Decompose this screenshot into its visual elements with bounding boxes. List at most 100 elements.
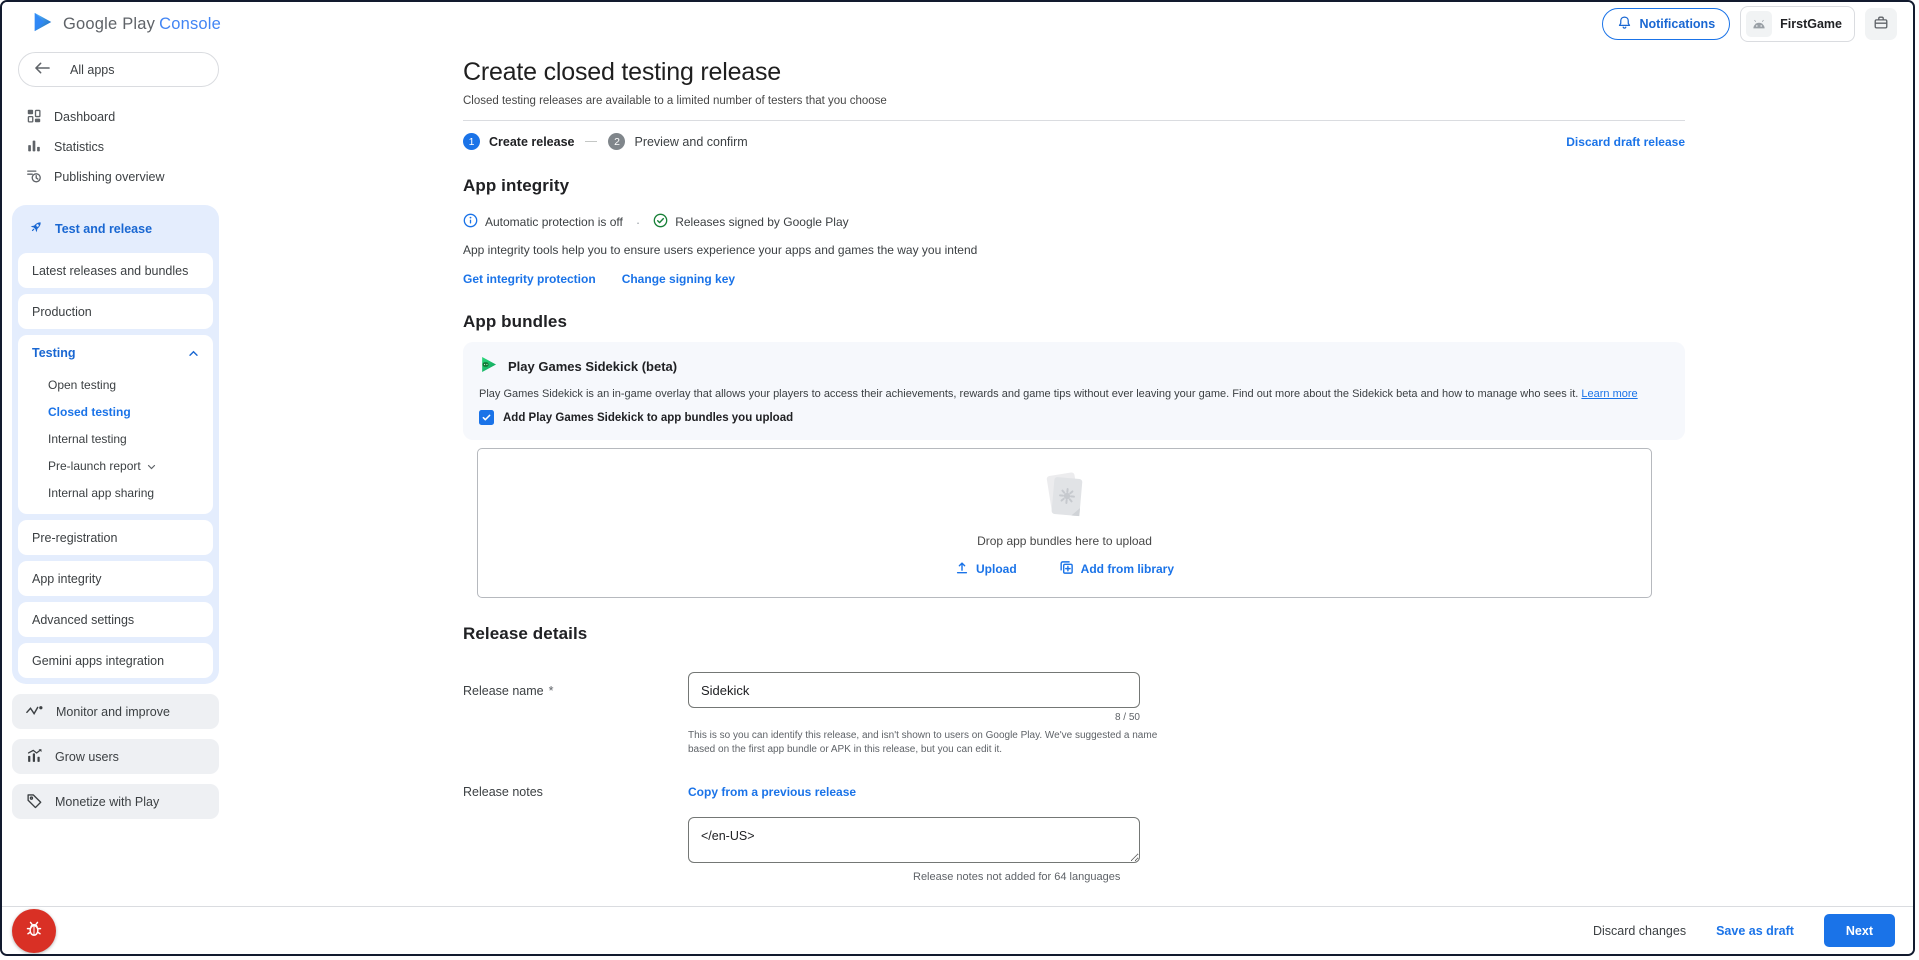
sidebar: All apps Dashboard <box>2 46 224 910</box>
release-details-heading: Release details <box>463 624 1685 644</box>
learn-more-link[interactable]: Learn more <box>1581 388 1637 400</box>
back-arrow-icon <box>35 62 50 77</box>
sidebar-item-dashboard[interactable]: Dashboard <box>12 102 219 132</box>
tag-icon <box>26 792 43 812</box>
app-placeholder-icon <box>1746 11 1772 37</box>
sidebar-item-app-integrity[interactable]: App integrity <box>18 561 213 596</box>
add-from-library-button[interactable]: Add from library <box>1059 560 1174 578</box>
sidebar-item-gemini-apps-integration[interactable]: Gemini apps integration <box>18 643 213 678</box>
play-games-icon <box>479 355 498 377</box>
copy-previous-release-link[interactable]: Copy from a previous release <box>688 785 856 799</box>
notifications-label: Notifications <box>1639 17 1715 31</box>
discard-changes-button[interactable]: Discard changes <box>1593 924 1686 938</box>
sidebar-item-label: Grow users <box>55 750 119 764</box>
next-button[interactable]: Next <box>1824 914 1895 947</box>
sidebar-item-statistics[interactable]: Statistics <box>12 132 219 162</box>
sidebar-item-pre-registration[interactable]: Pre-registration <box>18 520 213 555</box>
app-bundles-heading: App bundles <box>463 312 1685 332</box>
sidebar-item-monetize-with-play[interactable]: Monetize with Play <box>12 784 219 819</box>
page-title: Create closed testing release <box>463 56 1685 88</box>
required-mark: * <box>549 684 554 698</box>
release-notes-field-col: Copy from a previous release </en-US> Re… <box>688 783 1140 883</box>
brand-text: Google PlayConsole <box>63 15 221 34</box>
save-as-draft-button[interactable]: Save as draft <box>1716 924 1794 938</box>
status-separator: · <box>636 215 640 230</box>
pulse-icon <box>26 704 44 720</box>
sidebar-item-label: Dashboard <box>54 110 115 124</box>
account-chip[interactable]: FirstGame <box>1740 6 1855 42</box>
account-name: FirstGame <box>1780 17 1842 31</box>
sidebar-item-publishing-overview[interactable]: Publishing overview <box>12 162 219 192</box>
sidebar-item-label: Production <box>32 305 92 319</box>
sidebar-item-testing[interactable]: Testing <box>18 335 213 371</box>
sidebar-item-grow-users[interactable]: Grow users <box>12 739 219 774</box>
main-content: Create closed testing release Closed tes… <box>224 46 1913 910</box>
growth-chart-icon <box>26 748 43 766</box>
sidebar-item-label: Statistics <box>54 140 104 154</box>
sidebar-item-internal-app-sharing[interactable]: Internal app sharing <box>18 479 213 506</box>
signed-status: Releases signed by Google Play <box>675 215 848 229</box>
step-2-circle: 2 <box>608 133 625 150</box>
briefcase-icon <box>1873 15 1889 34</box>
footer-bar: Discard changes Save as draft Next <box>2 906 1913 954</box>
release-notes-label: Release notes <box>463 783 688 883</box>
sidebar-item-latest-releases[interactable]: Latest releases and bundles <box>18 253 213 288</box>
release-name-label-text: Release name <box>463 684 544 698</box>
chevron-down-icon <box>147 459 156 473</box>
step-1-circle: 1 <box>463 133 480 150</box>
add-from-library-label: Add from library <box>1081 562 1174 576</box>
sidebar-item-prelaunch-report[interactable]: Pre-launch report <box>18 452 213 479</box>
body: All apps Dashboard <box>2 46 1913 910</box>
sidebar-item-label: App integrity <box>32 572 101 586</box>
publishing-overview-icon <box>26 168 42 187</box>
sidebar-item-open-testing[interactable]: Open testing <box>18 371 213 398</box>
release-notes-row: Release notes Copy from a previous relea… <box>463 783 1685 883</box>
get-integrity-protection-link[interactable]: Get integrity protection <box>463 272 596 286</box>
sidebar-item-internal-testing[interactable]: Internal testing <box>18 425 213 452</box>
statistics-icon <box>26 138 42 157</box>
sidebar-item-test-and-release[interactable]: Test and release <box>18 211 213 247</box>
rocket-icon <box>27 219 44 239</box>
integrity-links: Get integrity protection Change signing … <box>463 272 1685 286</box>
sidebar-item-label: Monitor and improve <box>56 705 170 719</box>
stepper-row: 1 Create release 2 Preview and confirm D… <box>463 133 1685 150</box>
chevron-up-icon <box>188 346 199 360</box>
app-integrity-heading: App integrity <box>463 176 1685 196</box>
sidebar-item-label: Latest releases and bundles <box>32 264 188 278</box>
discard-draft-release-link[interactable]: Discard draft release <box>1566 135 1685 149</box>
sidekick-header: Play Games Sidekick (beta) <box>479 355 1669 377</box>
sidebar-item-label: Advanced settings <box>32 613 134 627</box>
integrity-status-row: Automatic protection is off · Releases s… <box>463 213 1685 231</box>
bug-icon <box>23 918 45 943</box>
release-notes-textarea[interactable]: </en-US> <box>688 817 1140 863</box>
upload-icon <box>955 561 969 578</box>
upload-button[interactable]: Upload <box>955 560 1017 578</box>
release-name-input[interactable] <box>688 672 1140 708</box>
sidebar-item-monitor-and-improve[interactable]: Monitor and improve <box>12 694 219 729</box>
app-bundle-dropzone[interactable]: Drop app bundles here to upload Upload <box>477 448 1652 598</box>
change-signing-key-link[interactable]: Change signing key <box>622 272 735 286</box>
step-1-label: Create release <box>489 135 574 149</box>
developer-account-button[interactable] <box>1865 8 1897 40</box>
sidebar-item-closed-testing[interactable]: Closed testing <box>18 398 213 425</box>
feedback-bug-button[interactable] <box>12 909 56 953</box>
sidekick-checkbox[interactable] <box>479 410 494 425</box>
sidekick-title: Play Games Sidekick (beta) <box>508 359 677 374</box>
bundle-stack-icon <box>1036 469 1094 530</box>
sidebar-item-production[interactable]: Production <box>18 294 213 329</box>
bell-icon <box>1617 15 1632 33</box>
play-logo-icon <box>32 11 54 38</box>
step-connector <box>585 141 597 142</box>
brand[interactable]: Google PlayConsole <box>32 11 221 38</box>
all-apps-button[interactable]: All apps <box>18 52 219 87</box>
sidebar-item-advanced-settings[interactable]: Advanced settings <box>18 602 213 637</box>
sidebar-top-nav: Dashboard Statistics <box>12 102 219 192</box>
sidebar-item-label: Publishing overview <box>54 170 164 184</box>
sidebar-item-label: Closed testing <box>48 405 131 419</box>
sidebar-item-label: Test and release <box>55 222 152 236</box>
release-name-row: Release name* 8 / 50 This is so you can … <box>463 662 1685 757</box>
all-apps-label: All apps <box>70 63 114 77</box>
release-notes-label-text: Release notes <box>463 785 543 799</box>
notifications-button[interactable]: Notifications <box>1602 8 1730 40</box>
sidekick-checkbox-label: Add Play Games Sidekick to app bundles y… <box>503 412 793 424</box>
